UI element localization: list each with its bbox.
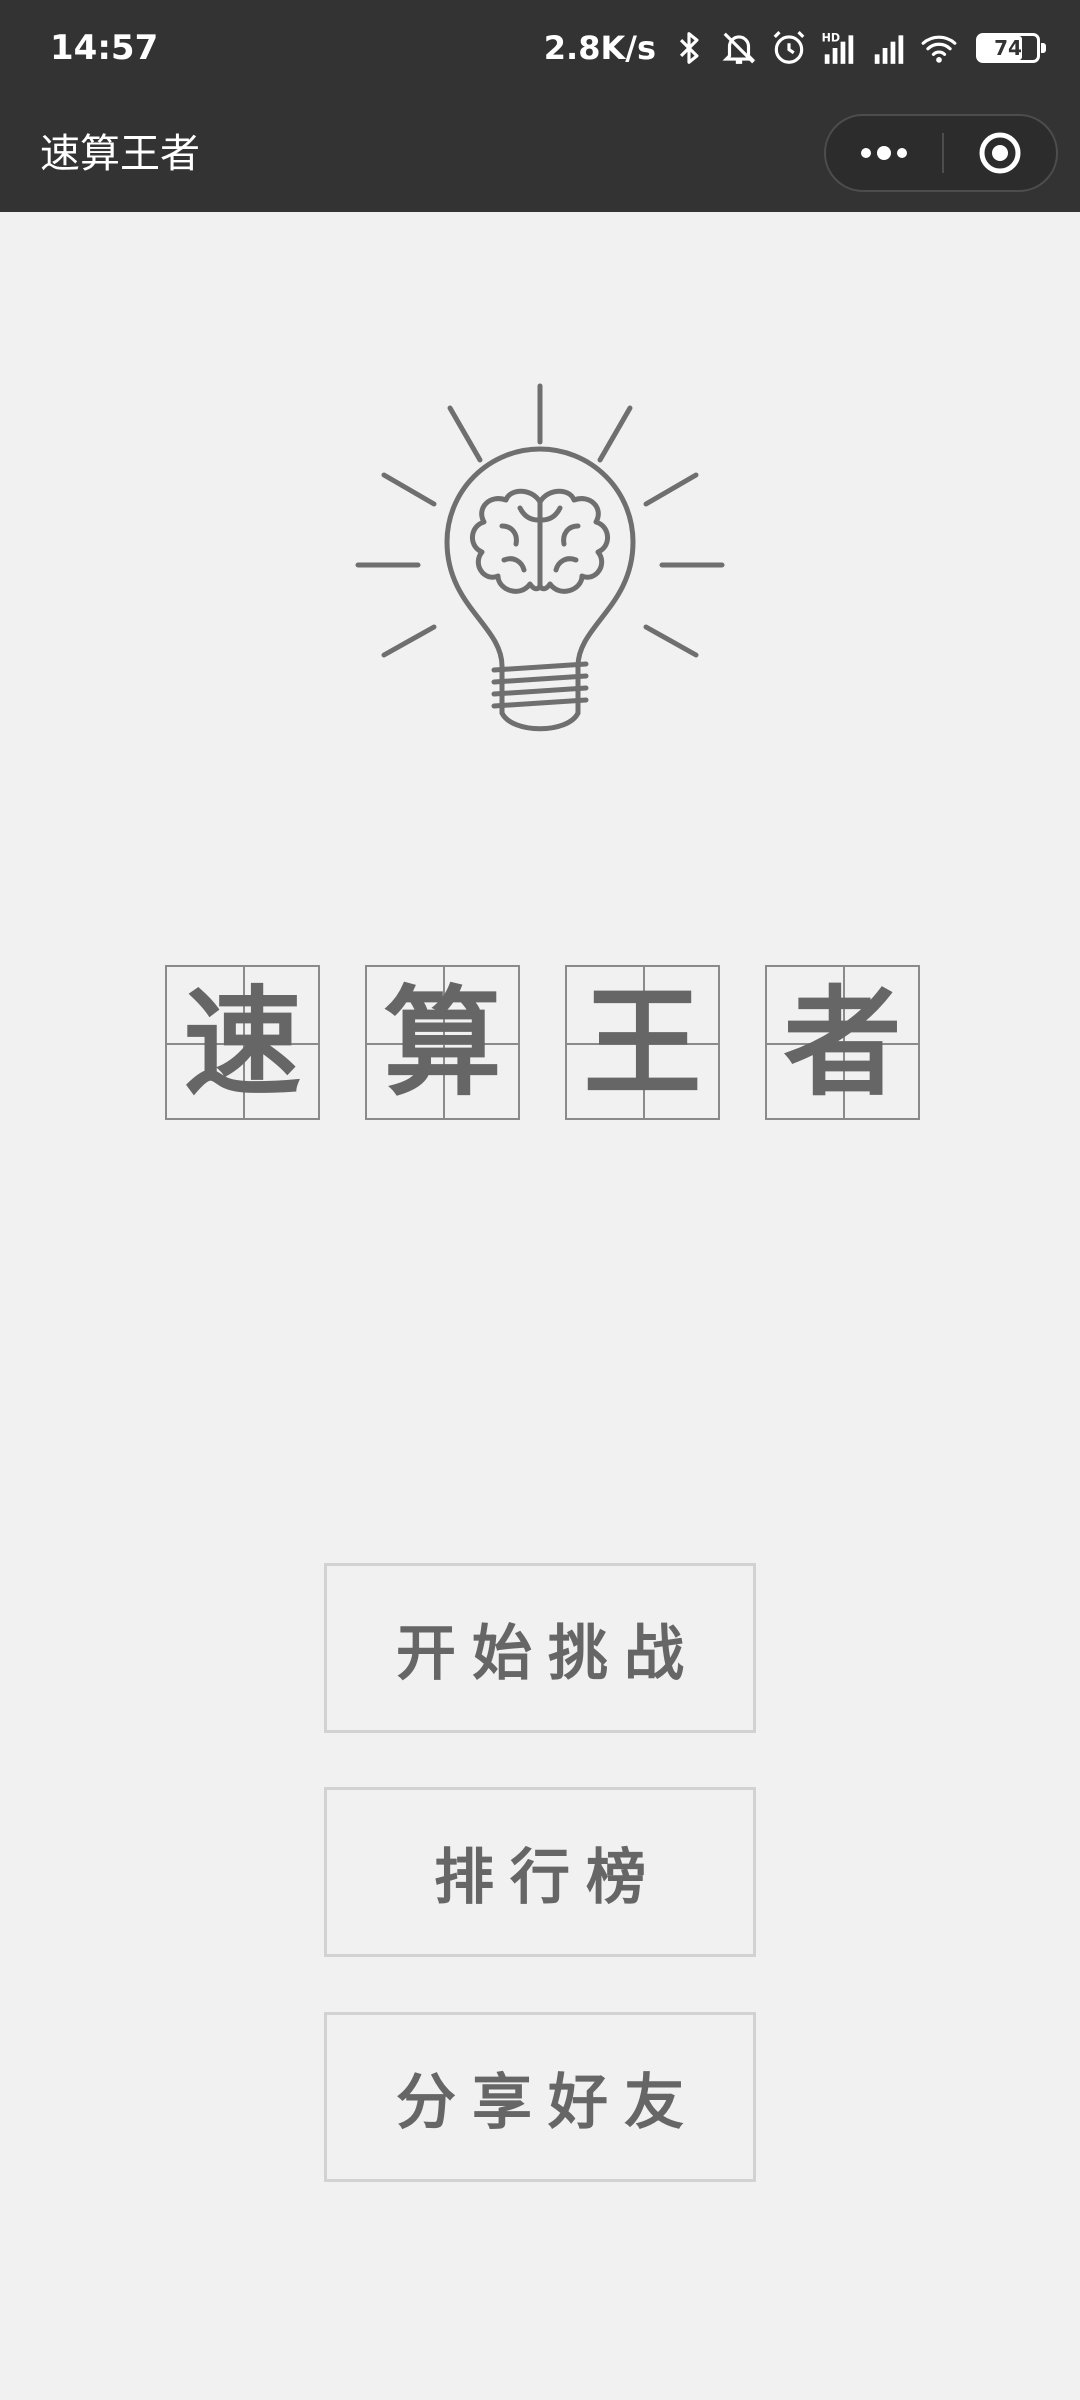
status-bar: 14:57 2.8K/s HD 74 bbox=[0, 0, 1080, 96]
svg-text:HD: HD bbox=[822, 32, 840, 45]
close-button[interactable] bbox=[944, 116, 1056, 190]
more-button[interactable] bbox=[826, 116, 942, 190]
battery-icon: 74 bbox=[976, 33, 1046, 63]
title-char-box-2: 算 bbox=[365, 965, 520, 1120]
leaderboard-label: 排行榜 bbox=[434, 1842, 662, 1913]
signal-icon bbox=[870, 28, 908, 68]
hd-signal-icon: HD bbox=[820, 28, 858, 68]
more-dots-icon bbox=[861, 146, 907, 160]
title-char-box-4: 者 bbox=[765, 965, 920, 1120]
title-char: 算 bbox=[383, 972, 502, 1112]
target-circle-icon bbox=[979, 132, 1021, 174]
alarm-icon bbox=[770, 28, 808, 68]
share-friends-label: 分享好友 bbox=[396, 2067, 700, 2138]
battery-percent: 74 bbox=[994, 36, 1022, 60]
leaderboard-button[interactable]: 排行榜 bbox=[324, 1787, 756, 1957]
title-char-box-3: 王 bbox=[565, 965, 720, 1120]
status-icons: 2.8K/s HD 74 bbox=[543, 24, 1046, 72]
wifi-icon bbox=[920, 28, 958, 68]
app-title-grid: 速 算 王 者 bbox=[165, 965, 921, 1121]
lightbulb-brain-icon bbox=[352, 376, 728, 736]
title-char: 王 bbox=[583, 972, 702, 1112]
bluetooth-icon bbox=[670, 28, 708, 68]
start-challenge-label: 开始挑战 bbox=[396, 1618, 700, 1689]
start-challenge-button[interactable]: 开始挑战 bbox=[324, 1563, 756, 1733]
title-char: 者 bbox=[783, 972, 902, 1112]
share-friends-button[interactable]: 分享好友 bbox=[324, 2012, 756, 2182]
status-time: 14:57 bbox=[50, 28, 159, 68]
title-char-box-1: 速 bbox=[165, 965, 320, 1120]
network-speed: 2.8K/s bbox=[543, 29, 656, 67]
navigation-bar: 速算王者 bbox=[0, 96, 1080, 212]
mute-bell-icon bbox=[720, 28, 758, 68]
page-title: 速算王者 bbox=[40, 131, 200, 177]
mini-program-capsule bbox=[824, 114, 1058, 192]
title-char: 速 bbox=[183, 972, 302, 1112]
